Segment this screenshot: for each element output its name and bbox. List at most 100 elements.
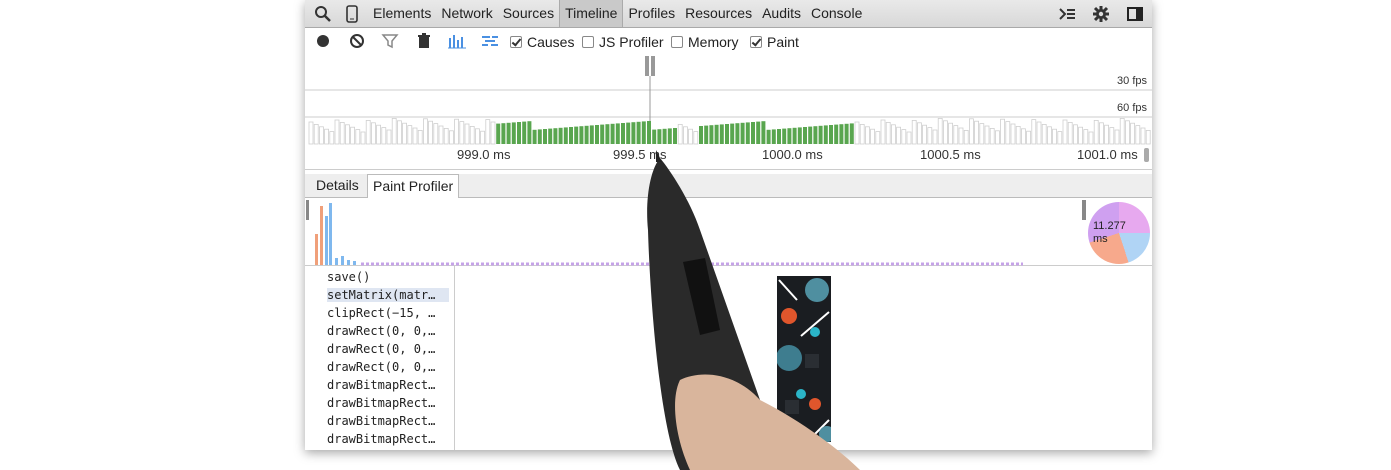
frame-bar (995, 130, 1000, 145)
frame-bar (688, 128, 694, 145)
filter-icon[interactable] (381, 32, 399, 50)
time-ruler[interactable]: 999.0 ms 999.5 ms 1000.0 ms 1000.5 ms 10… (305, 146, 1152, 170)
command-text: drawRect(0, 0,… (327, 360, 436, 374)
frame-bar (880, 119, 886, 145)
frame-bar (922, 124, 927, 145)
frame-bar (381, 127, 387, 145)
ruler-scroll-handle[interactable] (1144, 148, 1149, 162)
command-item[interactable]: setMatrix(matr… (327, 288, 449, 302)
frame-bar (667, 128, 672, 144)
frame-bar (854, 121, 860, 145)
tab-timeline[interactable]: Timeline (559, 0, 624, 27)
frame-bar (963, 130, 969, 145)
frame-bar (543, 129, 547, 144)
paint-profiler-timeline[interactable] (305, 198, 1152, 266)
frame-bar (318, 126, 324, 145)
command-item[interactable]: drawRect(0, 0,… (327, 342, 449, 356)
frame-bar (1031, 119, 1037, 145)
device-icon[interactable] (343, 5, 361, 23)
frame-bar (1125, 120, 1130, 145)
frame-bar (428, 120, 433, 145)
tab-audits[interactable]: Audits (757, 0, 806, 27)
tab-resources[interactable]: Resources (680, 0, 757, 27)
frame-bar (682, 126, 688, 145)
causes-check-box[interactable] (510, 36, 522, 48)
frame-bar (1093, 120, 1099, 145)
js-profiler-checkbox[interactable]: JS Profiler (582, 34, 664, 50)
main-toolbar: Elements Network Sources Timeline Profil… (305, 0, 1152, 28)
gear-icon[interactable] (1092, 5, 1110, 23)
command-item[interactable]: save() (327, 270, 449, 284)
frame-bars (308, 118, 1151, 145)
frame-bar (517, 122, 521, 144)
command-text: drawBitmapRect… (327, 414, 436, 428)
frame-bar (834, 124, 839, 144)
frame-bar (563, 127, 568, 144)
tab-console[interactable]: Console (806, 0, 867, 27)
trash-icon[interactable] (415, 32, 433, 50)
frame-bar (906, 131, 912, 145)
clear-icon[interactable] (348, 32, 366, 50)
frame-bar (989, 128, 995, 145)
tab-paint-profiler[interactable]: Paint Profiler (367, 174, 460, 198)
frame-bar (1083, 129, 1089, 145)
frame-bar (714, 124, 719, 144)
command-item[interactable]: clipRect(−15, … (327, 306, 449, 320)
command-item[interactable]: drawBitmapRect… (327, 378, 449, 392)
record-icon[interactable] (314, 32, 332, 50)
frame-bar (448, 130, 454, 145)
tab-sources[interactable]: Sources (498, 0, 559, 27)
paint-check-box[interactable] (750, 36, 762, 48)
frame-bar (371, 122, 376, 145)
console-drawer-icon[interactable] (1058, 5, 1076, 23)
paint-preview-image (776, 276, 835, 443)
tab-details[interactable]: Details (311, 174, 364, 197)
frame-bar (1026, 130, 1031, 145)
frame-bar (553, 128, 558, 144)
frame-bar (647, 121, 651, 144)
command-text: drawRect(0, 0,… (327, 342, 436, 356)
frame-bar (438, 125, 444, 145)
tab-profiles[interactable]: Profiles (623, 0, 680, 27)
command-item[interactable]: drawRect(0, 0,… (327, 360, 449, 374)
command-item[interactable]: drawRect(0, 0,… (327, 324, 449, 338)
frame-bar (885, 122, 891, 145)
memory-checkbox[interactable]: Memory (671, 34, 739, 50)
frame-bar (943, 120, 948, 145)
frame-bar (932, 129, 938, 145)
range-handle-left[interactable] (306, 200, 309, 220)
frame-bar (558, 127, 563, 144)
paint-commands-chart (306, 200, 1086, 266)
search-icon[interactable] (314, 5, 332, 23)
command-text: drawBitmapRect… (327, 432, 436, 446)
frame-bar (1057, 131, 1063, 145)
selection-handle-right[interactable] (651, 56, 655, 76)
frame-bar (407, 125, 413, 145)
paint-checkbox[interactable]: Paint (750, 34, 799, 50)
frame-bar (719, 124, 724, 144)
tab-network[interactable]: Network (436, 0, 497, 27)
causes-checkbox[interactable]: Causes (510, 34, 574, 50)
frame-bar (792, 127, 797, 144)
frame-bar (948, 122, 953, 145)
frames-overview[interactable]: 30 fps 60 fps (305, 54, 1152, 146)
js-profiler-check-box[interactable] (582, 36, 594, 48)
bars-icon[interactable] (448, 32, 466, 50)
frame-bar (766, 129, 771, 144)
command-item[interactable]: drawBitmapRect… (327, 432, 449, 446)
frame-bar (797, 127, 802, 144)
frame-bar (927, 127, 933, 145)
command-item[interactable]: drawBitmapRect… (327, 396, 449, 410)
memory-check-box[interactable] (671, 36, 683, 48)
frame-bar (506, 122, 511, 144)
selection-handle-left[interactable] (645, 56, 649, 76)
command-item[interactable]: drawBitmapRect… (327, 414, 449, 428)
waterfall-icon[interactable] (481, 32, 499, 50)
dock-icon[interactable] (1126, 5, 1144, 23)
frame-bar (1062, 119, 1068, 145)
frame-bar (569, 127, 573, 144)
range-handle-right[interactable] (1082, 200, 1086, 220)
tab-elements[interactable]: Elements (368, 0, 436, 27)
frame-bar (339, 122, 345, 145)
frame-bar (1067, 122, 1073, 145)
